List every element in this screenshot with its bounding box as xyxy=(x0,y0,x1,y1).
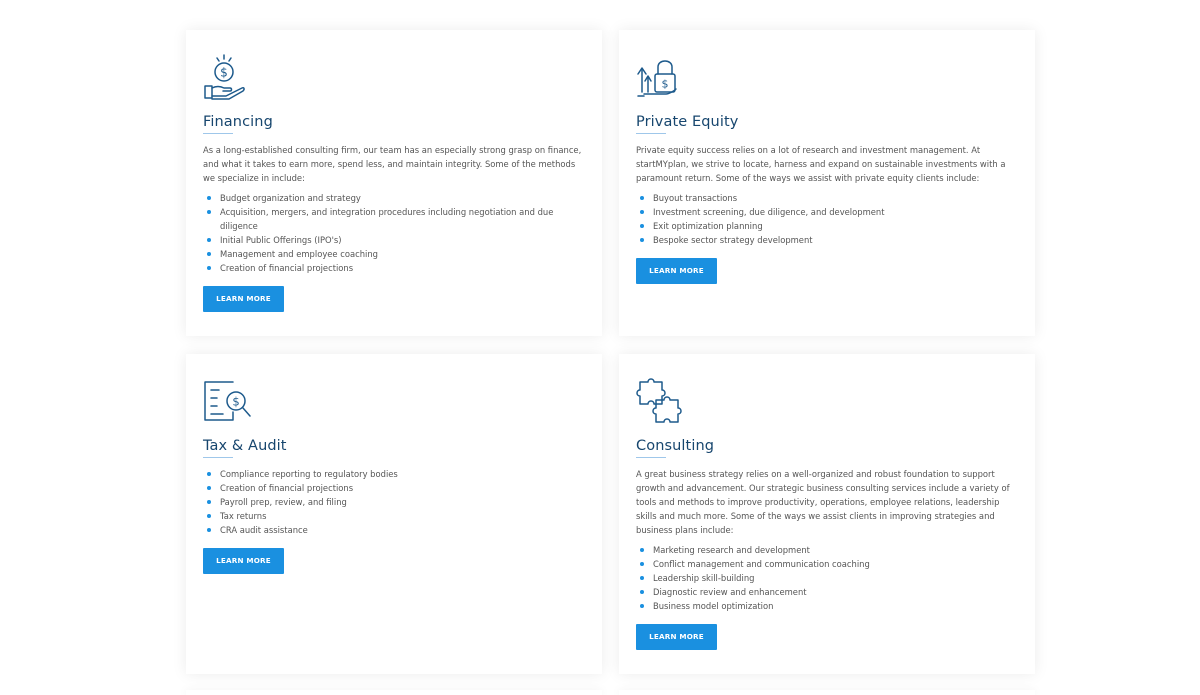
service-card-financing: $ Financing As a long-established consul… xyxy=(186,30,602,336)
list-item: Management and employee coaching xyxy=(203,247,585,261)
card-list: Compliance reporting to regulatory bodie… xyxy=(203,467,585,537)
list-item: Acquisition, mergers, and integration pr… xyxy=(203,205,585,233)
card-list: Buyout transactions Investment screening… xyxy=(636,191,1018,247)
list-item: Buyout transactions xyxy=(636,191,1018,205)
svg-text:$: $ xyxy=(232,395,239,409)
list-item: Budget organization and strategy xyxy=(203,191,585,205)
list-item: Exit optimization planning xyxy=(636,219,1018,233)
card-description: Private equity success relies on a lot o… xyxy=(636,145,1006,183)
list-item: Creation of financial projections xyxy=(203,481,585,495)
service-card-private-equity: $ Private Equity Private equity success … xyxy=(619,30,1035,336)
card-title: Consulting xyxy=(636,438,715,454)
list-item: Creation of financial projections xyxy=(203,261,585,275)
learn-more-button[interactable]: Learn More xyxy=(636,258,717,284)
list-item: Diagnostic review and enhancement xyxy=(636,585,1018,599)
card-list: Budget organization and strategy Acquisi… xyxy=(203,191,585,275)
svg-text:$: $ xyxy=(220,66,228,80)
next-card-edge xyxy=(619,690,1035,695)
card-title: Financing xyxy=(203,114,273,130)
card-description: As a long-established consulting firm, o… xyxy=(203,145,582,183)
title-underline xyxy=(636,457,666,458)
list-item: Payroll prep, review, and filing xyxy=(203,495,585,509)
learn-more-button[interactable]: Learn More xyxy=(203,286,284,312)
list-item: Compliance reporting to regulatory bodie… xyxy=(203,467,585,481)
title-underline xyxy=(203,133,233,134)
list-item: Conflict management and communication co… xyxy=(636,557,1018,571)
service-card-tax-audit: $ Tax & Audit Compliance reporting to re… xyxy=(186,354,602,674)
title-underline xyxy=(636,133,666,134)
list-item: Leadership skill-building xyxy=(636,571,1018,585)
list-item: CRA audit assistance xyxy=(203,523,585,537)
list-item: Investment screening, due diligence, and… xyxy=(636,205,1018,219)
list-item: Initial Public Offerings (IPO's) xyxy=(203,233,585,247)
puzzle-icon xyxy=(636,376,684,426)
title-underline xyxy=(203,457,233,458)
money-hand-icon: $ xyxy=(203,52,251,102)
card-title: Tax & Audit xyxy=(203,438,287,454)
list-item: Tax returns xyxy=(203,509,585,523)
next-card-edge xyxy=(186,690,602,695)
learn-more-button[interactable]: Learn More xyxy=(203,548,284,574)
card-title: Private Equity xyxy=(636,114,739,130)
document-search-icon: $ xyxy=(203,376,251,426)
list-item: Marketing research and development xyxy=(636,543,1018,557)
service-card-consulting: Consulting A great business strategy rel… xyxy=(619,354,1035,674)
svg-text:$: $ xyxy=(662,78,669,91)
list-item: Bespoke sector strategy development xyxy=(636,233,1018,247)
lock-growth-icon: $ xyxy=(636,52,684,102)
card-description: A great business strategy relies on a we… xyxy=(636,469,1010,535)
learn-more-button[interactable]: Learn More xyxy=(636,624,717,650)
card-list: Marketing research and development Confl… xyxy=(636,543,1018,613)
list-item: Business model optimization xyxy=(636,599,1018,613)
